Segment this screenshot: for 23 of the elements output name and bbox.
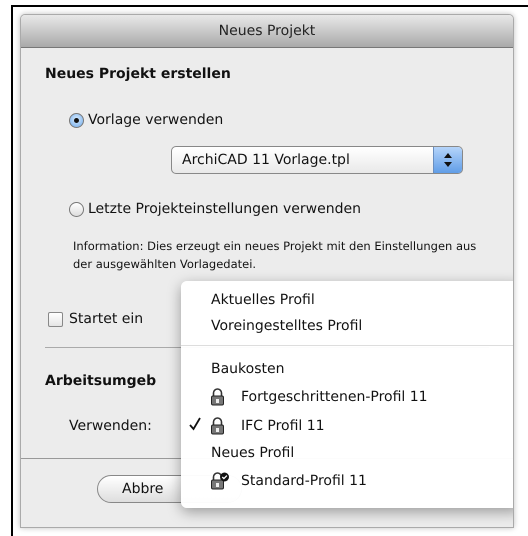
checkbox-label[interactable]: Startet ein — [69, 311, 144, 327]
window-title: Neues Projekt — [218, 23, 316, 39]
radio-button[interactable] — [69, 202, 84, 216]
lock-icon — [211, 388, 225, 406]
field-label: Verwenden: — [69, 418, 152, 434]
lock-icon — [211, 416, 225, 434]
menu-item[interactable]: Standard-Profil 11 — [241, 472, 367, 488]
lock-check-icon — [211, 472, 230, 490]
section-heading: Neues Projekt erstellen — [45, 66, 231, 82]
menu-item[interactable]: Aktuelles Profil — [211, 292, 315, 308]
menu-item[interactable]: Fortgeschrittenen-Profil 11 — [241, 388, 428, 404]
menu-item[interactable]: Baukosten — [211, 361, 284, 377]
radio-label[interactable]: Letzte Projekteinstellungen verwenden — [88, 201, 361, 217]
menu-item[interactable]: Neues Profil — [211, 445, 294, 461]
section-heading: Arbeitsumgeb — [45, 373, 156, 389]
checkbox[interactable] — [48, 312, 63, 326]
stepper-arrows-icon — [433, 147, 462, 173]
template-popup[interactable]: ArchiCAD 11 Vorlage.tpl — [171, 146, 463, 174]
menu-item[interactable]: Voreingestelltes Profil — [211, 318, 362, 334]
radio-button[interactable] — [69, 112, 84, 128]
info-text: Information: Dies erzeugt ein neues Projekt mit den Einstellungen aus der ausgewählten Vorlagedatei. — [73, 238, 478, 273]
menu-item[interactable]: IFC Profil 11 — [241, 418, 325, 434]
radio-label[interactable]: Vorlage verwenden — [88, 112, 224, 128]
